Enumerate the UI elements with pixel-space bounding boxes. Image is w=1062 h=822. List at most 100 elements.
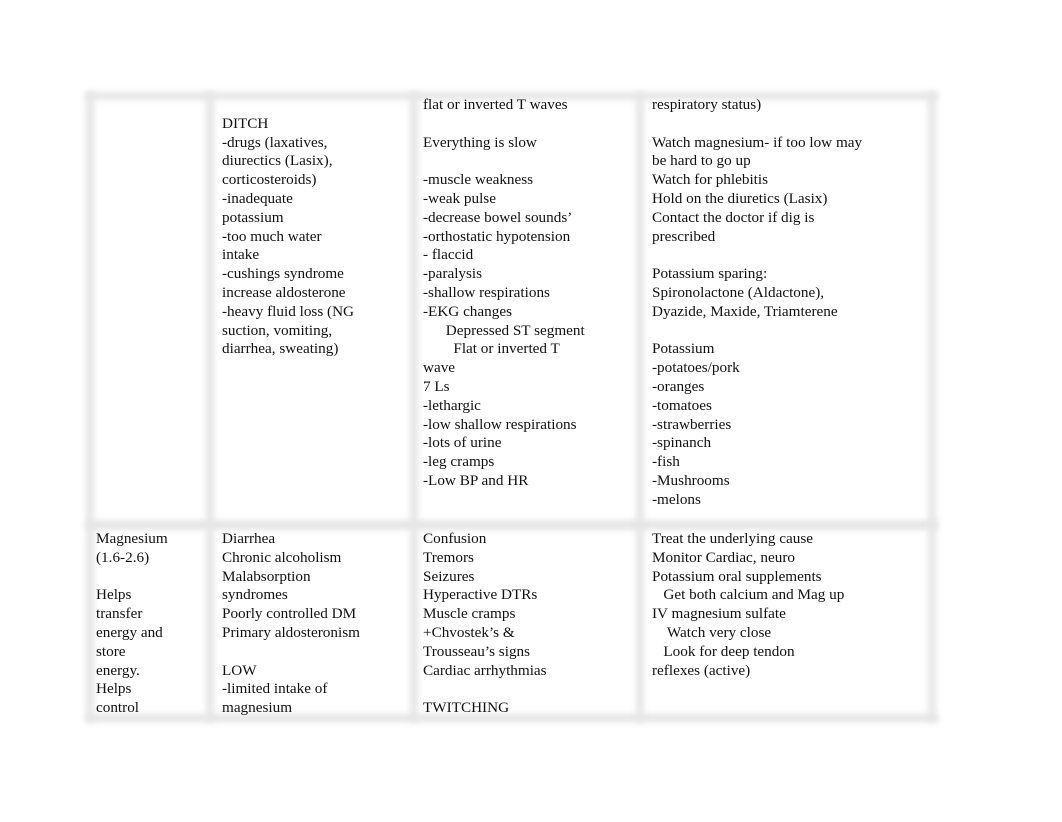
row1-causes-cell: DITCH -drugs (laxatives, diurectics (Lasix…: [222, 96, 354, 359]
cell-text-line: Hold on the diuretics (Lasix): [652, 189, 828, 207]
cell-text-line: Contact the doctor if dig is: [652, 208, 815, 226]
cell-text-line: -shallow respirations: [423, 283, 550, 301]
cell-text-line: store: [96, 642, 126, 660]
cell-text-line: Muscle cramps: [423, 605, 516, 623]
cell-text-line: Hyperactive DTRs: [423, 586, 538, 604]
cell-text-line: respiratory status): [652, 96, 762, 113]
cell-text-line: reflexes (active): [652, 661, 751, 679]
cell-text-line: -oranges: [652, 377, 705, 395]
cell-text-line: -too much water: [222, 227, 322, 245]
cell-text-line: [652, 322, 862, 341]
cell-text-line: [652, 115, 862, 134]
cell-text-line: magnesium: [222, 699, 293, 717]
cell-text-line: Malabsorption: [222, 567, 311, 585]
cell-text-line: -tomatoes: [652, 396, 712, 414]
document-table: DITCH -drugs (laxatives, diurectics (Lasix…: [86, 92, 938, 724]
cell-text-line: suction, vomiting,: [222, 321, 333, 339]
cell-text-line: Tremors: [423, 548, 474, 566]
cell-text-line: -Mushrooms: [652, 471, 730, 489]
cell-text-line: Seizures: [423, 567, 475, 585]
cell-text-line: [423, 115, 585, 134]
cell-text-line: Helps: [96, 586, 132, 604]
cell-text-line: Depressed ST segment: [423, 321, 585, 339]
cell-text-line: +Chvostek’s &: [423, 623, 515, 641]
cell-text-line: Confusion: [423, 530, 487, 547]
cell-text-line: diurectics (Lasix),: [222, 152, 333, 170]
row1-treatment-cell: respiratory status) Watch magnesium- if t…: [652, 96, 862, 510]
cell-text-line: -spinanch: [652, 434, 712, 452]
row2-treatment-cell: Treat the underlying cause Monitor Cardia…: [652, 530, 844, 680]
cell-text-line: Trousseau’s signs: [423, 642, 531, 660]
cell-text-line: -drugs (laxatives,: [222, 133, 328, 151]
cell-text-line: LOW: [222, 661, 257, 679]
cell-text-line: Spironolactone (Aldactone),: [652, 283, 825, 301]
cell-text-line: potassium: [222, 208, 284, 226]
table-col-divider-1: [206, 92, 214, 722]
cell-text-line: -low shallow respirations: [423, 415, 577, 433]
cell-text-line: -melons: [652, 490, 701, 508]
cell-text-line: [96, 568, 168, 587]
cell-text-line: Potassium oral supplements: [652, 567, 822, 585]
cell-text-line: [222, 96, 354, 115]
cell-text-line: [222, 643, 360, 662]
cell-text-line: -limited intake of: [222, 680, 328, 698]
cell-text-line: -cushings syndrome: [222, 265, 344, 283]
cell-text-line: Flat or inverted T: [423, 340, 560, 358]
cell-text-line: Cardiac arrhythmias: [423, 661, 547, 679]
cell-text-line: Monitor Cardiac, neuro: [652, 548, 795, 566]
cell-text-line: - flaccid: [423, 246, 474, 264]
cell-text-line: energy.: [96, 661, 140, 679]
cell-text-line: -lots of urine: [423, 434, 502, 452]
cell-text-line: diarrhea, sweating): [222, 340, 339, 358]
cell-text-line: [652, 246, 862, 265]
cell-text-line: transfer: [96, 605, 143, 623]
cell-text-line: Magnesium: [96, 530, 168, 547]
cell-text-line: flat or inverted T waves: [423, 96, 568, 113]
cell-text-line: Everything is slow: [423, 133, 537, 151]
cell-text-line: -leg cramps: [423, 453, 495, 471]
row2-causes-cell: Diarrhea Chronic alcoholism Malabsorption s…: [222, 530, 360, 718]
cell-text-line: DITCH: [222, 114, 269, 132]
cell-text-line: IV magnesium sulfate: [652, 605, 786, 623]
cell-text-line: Diarrhea: [222, 530, 276, 547]
table-col-divider-3: [636, 92, 644, 722]
cell-text-line: -EKG changes: [423, 302, 512, 320]
cell-text-line: -muscle weakness: [423, 171, 534, 189]
table-col-divider-2: [410, 92, 418, 722]
cell-text-line: -heavy fluid loss (NG: [222, 302, 355, 320]
cell-text-line: increase aldosterone: [222, 283, 346, 301]
cell-text-line: be hard to go up: [652, 152, 751, 170]
cell-text-line: [423, 152, 585, 171]
cell-text-line: -fish: [652, 453, 680, 471]
cell-text-line: Primary aldosteronism: [222, 623, 360, 641]
cell-text-line: energy and: [96, 623, 163, 641]
cell-text-line: -decrease bowel sounds’: [423, 208, 573, 226]
cell-text-line: Get both calcium and Mag up: [652, 586, 845, 604]
row2-symptoms-cell: Confusion Tremors Seizures Hyperactive DTRs…: [423, 530, 547, 718]
cell-text-line: intake: [222, 246, 260, 264]
row2-electrolyte-cell: Magnesium (1.6-2.6) Helps transfer energy an…: [96, 530, 168, 718]
cell-text-line: Watch very close: [652, 623, 772, 641]
cell-text-line: Poorly controlled DM: [222, 605, 357, 623]
cell-text-line: Watch for phlebitis: [652, 171, 769, 189]
cell-text-line: Chronic alcoholism: [222, 548, 342, 566]
cell-text-line: Helps: [96, 680, 132, 698]
cell-text-line: -inadequate: [222, 189, 293, 207]
table-border-left: [86, 92, 94, 722]
cell-text-line: -paralysis: [423, 265, 483, 283]
cell-text-line: TWITCHING: [423, 699, 510, 717]
cell-text-line: -strawberries: [652, 415, 732, 433]
cell-text-line: prescribed: [652, 227, 716, 245]
cell-text-line: Look for deep tendon: [652, 642, 795, 660]
table-border-right: [928, 92, 936, 722]
cell-text-line: Potassium sparing:: [652, 265, 768, 283]
cell-text-line: corticosteroids): [222, 171, 317, 189]
cell-text-line: Dyazide, Maxide, Triamterene: [652, 302, 838, 320]
cell-text-line: -Low BP and HR: [423, 471, 529, 489]
cell-text-line: -orthostatic hypotension: [423, 227, 571, 245]
cell-text-line: -lethargic: [423, 396, 481, 414]
cell-text-line: Potassium: [652, 340, 715, 358]
cell-text-line: 7 Ls: [423, 377, 450, 395]
cell-text-line: wave: [423, 359, 456, 377]
cell-text-line: (1.6-2.6): [96, 548, 150, 566]
